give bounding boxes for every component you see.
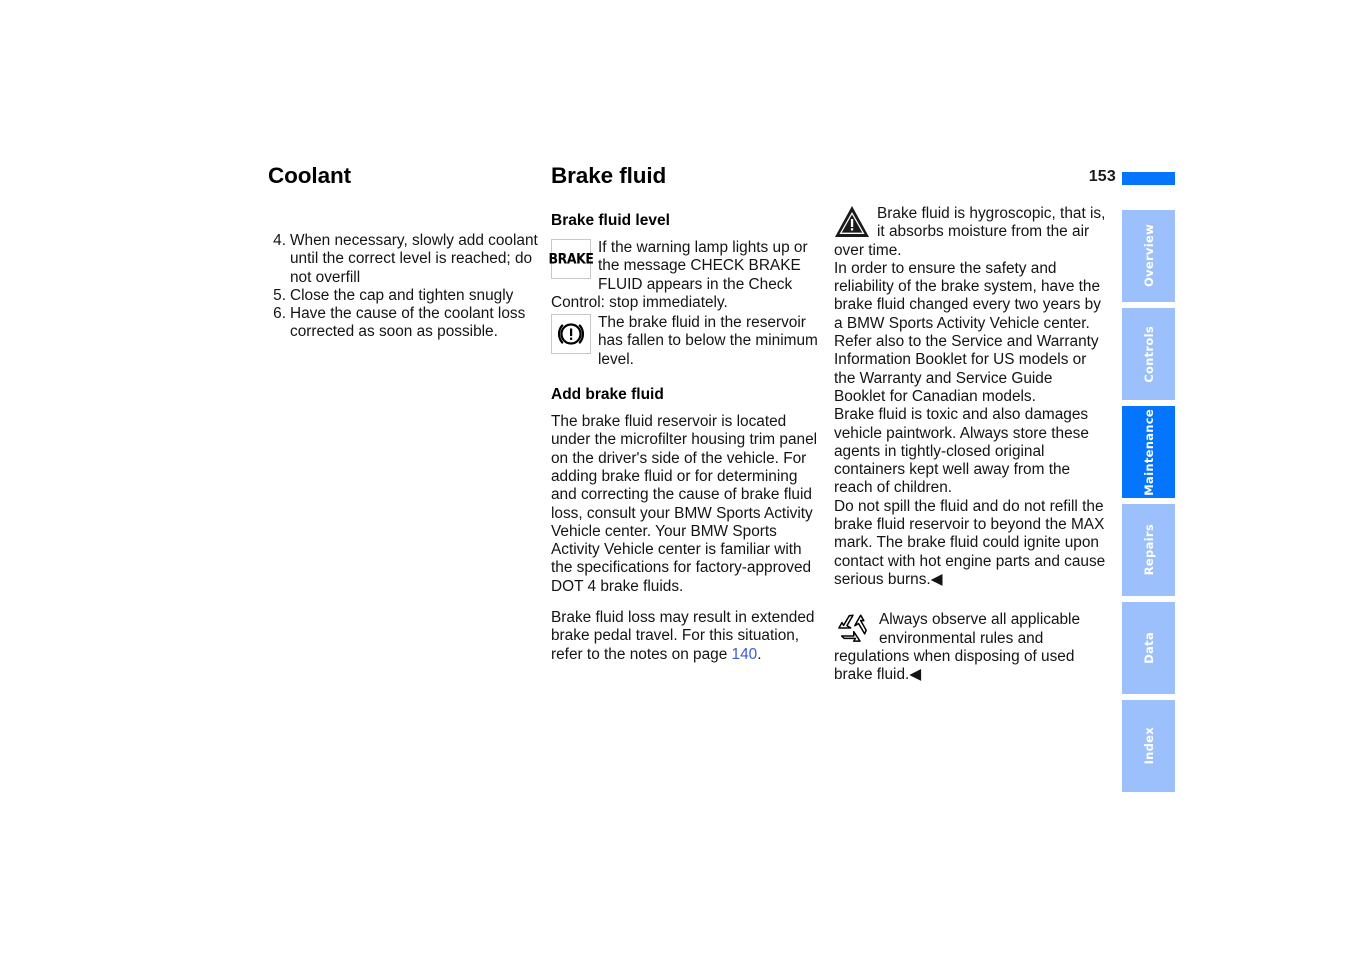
list-item-text: When necessary, slowly add coolant until… [290, 232, 538, 286]
list-item-text: Have the cause of the coolant loss corre… [290, 305, 526, 341]
page-number-accent-bar [1122, 172, 1175, 185]
list-item-number: 4. [273, 232, 286, 249]
environmental-note-block: Always observe all applicable environmen… [834, 611, 1106, 684]
page-title-brake-fluid: Brake fluid [551, 163, 667, 188]
page-number: 153 [1088, 168, 1116, 185]
side-tab-strip: Overview Controls Maintenance Repairs Da… [1122, 210, 1175, 798]
brake-reservoir-note-text: The brake fluid in the reservoir has fal… [598, 314, 818, 368]
sidebar-tab-index[interactable]: Index [1122, 700, 1175, 792]
page-title-coolant: Coolant [268, 163, 352, 188]
column-right: Brake fluid is hygroscopic, that is, it … [834, 205, 1106, 684]
hygroscopic-warning-text: Brake fluid is hygroscopic, that is, it … [834, 205, 1106, 259]
sidebar-tab-controls[interactable]: Controls [1122, 308, 1175, 400]
brake-exclamation-circle-icon [551, 314, 591, 355]
sidebar-tab-label: Repairs [1141, 524, 1156, 576]
add-brake-fluid-paragraph-1: The brake fluid reservoir is located und… [551, 413, 818, 595]
page-reference-link[interactable]: 140 [732, 646, 758, 663]
sidebar-tab-repairs[interactable]: Repairs [1122, 504, 1175, 596]
list-item: 5. Close the cap and tighten snugly [268, 287, 538, 305]
sidebar-tab-label: Overview [1141, 224, 1156, 288]
list-item-number: 5. [273, 286, 286, 304]
recycling-icon [834, 611, 872, 643]
add-brake-fluid-paragraph-2: Brake fluid loss may result in extended … [551, 609, 823, 664]
sidebar-tab-overview[interactable]: Overview [1122, 210, 1175, 302]
heading-brake-fluid-level: Brake fluid level [551, 212, 670, 229]
list-item-text: Close the cap and tighten snugly [290, 286, 514, 304]
brake-reservoir-note: The brake fluid in the reservoir has fal… [551, 314, 823, 369]
sidebar-tab-label: Index [1141, 727, 1156, 765]
manual-page: 153 Coolant 4. When necessary, slowly ad… [0, 0, 1351, 954]
brake-warning-lamp-icon: BRAKE [548, 239, 594, 279]
paragraph-text-after-link: . [757, 645, 762, 663]
column-middle: Brake fluid Brake fluid level BRAKE If t… [548, 163, 823, 664]
warning-paragraph-2: In order to ensure the safety and reliab… [834, 259, 1101, 405]
column-left: Coolant 4. When necessary, slowly add co… [268, 163, 538, 342]
sidebar-tab-label: Maintenance [1141, 408, 1156, 496]
brake-lamp-note: BRAKE If the warning lamp lights up or t… [548, 239, 823, 312]
brake-icon-label: BRAKE [548, 249, 594, 267]
list-item: 4. When necessary, slowly add coolant un… [268, 232, 538, 287]
warning-paragraph-4: Do not spill the fluid and do not refill… [834, 497, 1106, 588]
sidebar-tab-maintenance[interactable]: Maintenance [1122, 406, 1175, 498]
sidebar-tab-label: Controls [1141, 325, 1156, 383]
warning-paragraph-3: Brake fluid is toxic and also damages ve… [834, 406, 1089, 497]
sidebar-tab-label: Data [1141, 632, 1156, 664]
warning-triangle-icon [834, 205, 870, 238]
paragraph-text-before-link: Brake fluid loss may result in extended … [551, 609, 815, 663]
list-item-number: 6. [273, 305, 286, 323]
list-item: 6. Have the cause of the coolant loss co… [268, 305, 538, 342]
heading-add-brake-fluid: Add brake fluid [551, 386, 664, 404]
hygroscopic-warning-block: Brake fluid is hygroscopic, that is, it … [834, 205, 1106, 260]
coolant-steps-list: 4. When necessary, slowly add coolant un… [268, 232, 538, 342]
sidebar-tab-data[interactable]: Data [1122, 602, 1175, 694]
